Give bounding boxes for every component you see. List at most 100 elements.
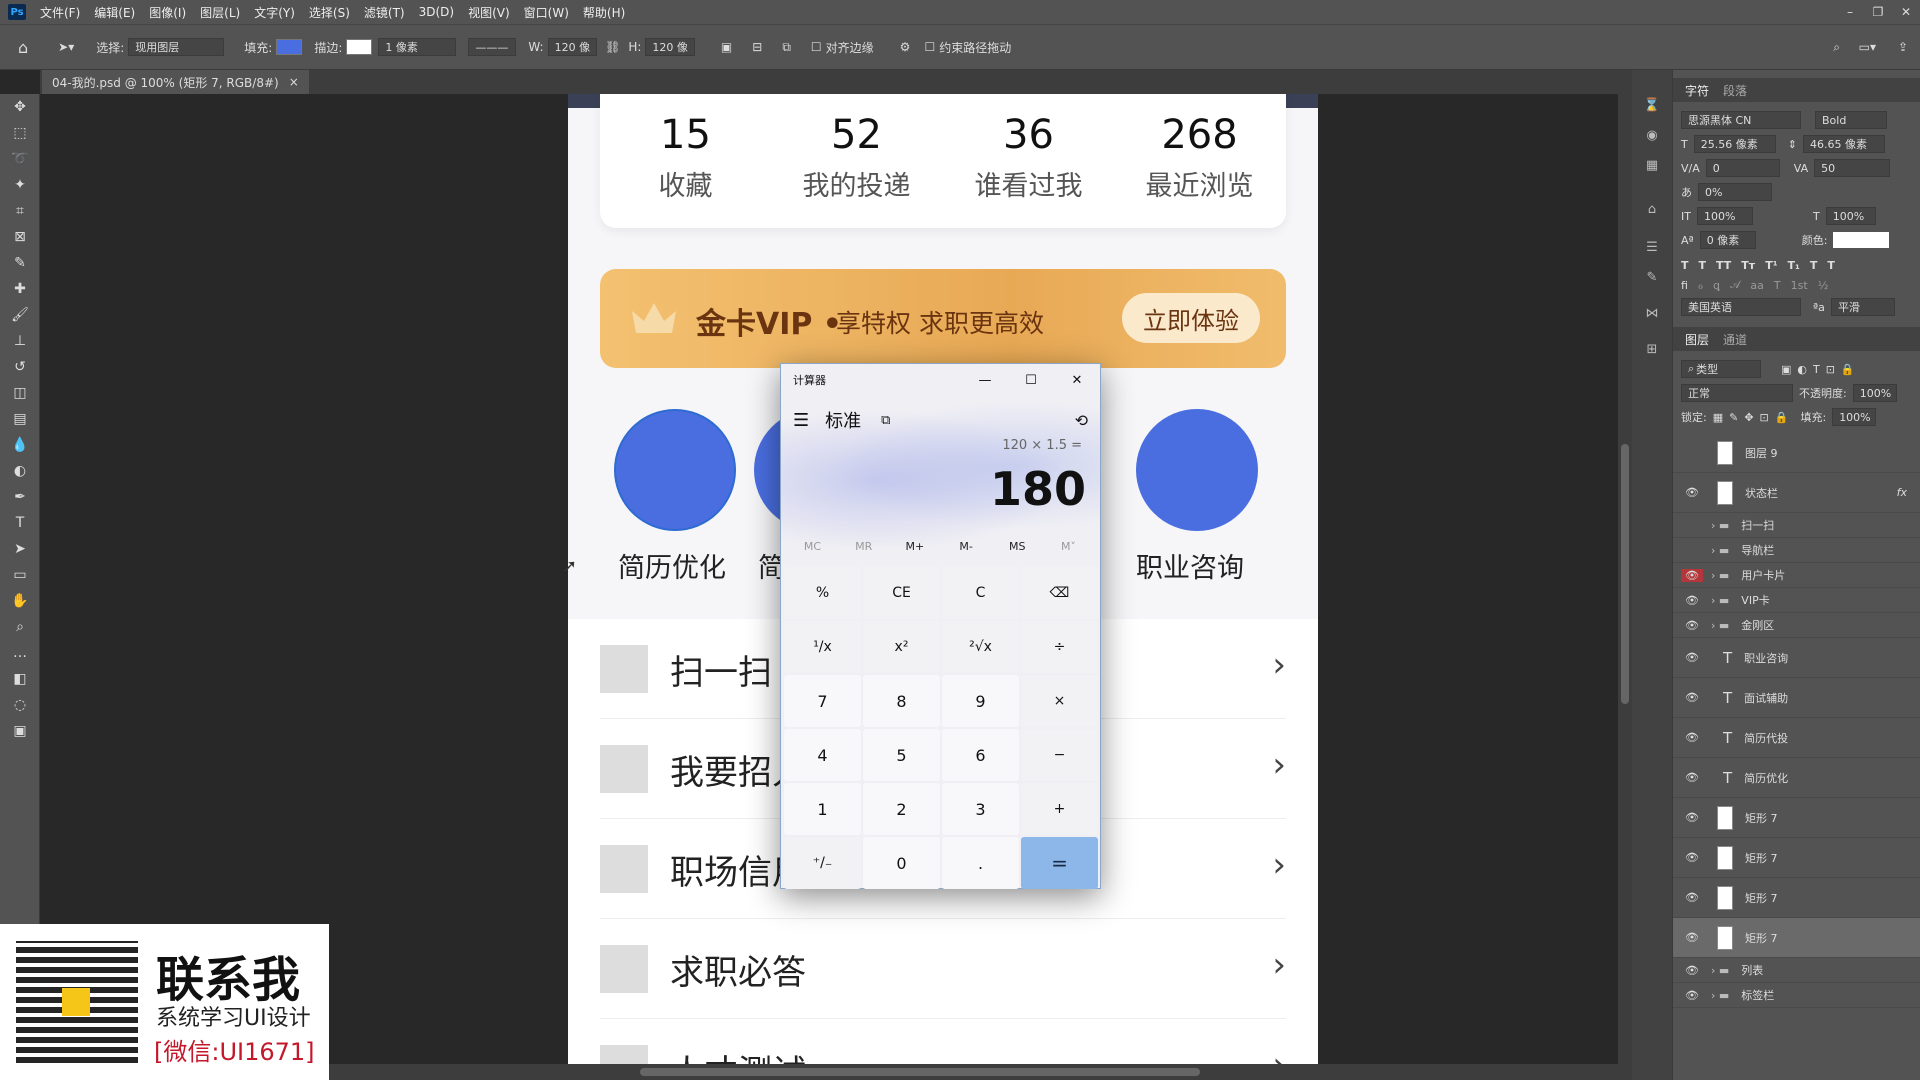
alternates-icon[interactable]: 𝒜 <box>1730 278 1740 292</box>
layer-group-row[interactable]: 👁 › ▬ 金刚区 <box>1673 613 1920 638</box>
adjust-panel-icon[interactable]: ☰ <box>1632 232 1672 262</box>
fraction-icon[interactable]: ½ <box>1818 279 1829 292</box>
camera-panel-icon[interactable]: ⌂ <box>1632 194 1672 224</box>
pen-tool-icon[interactable]: ✒ <box>0 484 40 510</box>
marquee-tool-icon[interactable]: ⬚ <box>0 120 40 146</box>
rectangle-tool-icon[interactable]: ▭ <box>0 562 40 588</box>
visibility-eye-icon[interactable]: 👁 <box>1681 691 1703 704</box>
layer-row[interactable]: 👁 矩形 7 <box>1673 838 1920 878</box>
layer-name[interactable]: 标签栏 <box>1741 987 1774 1003</box>
memory-clear-button[interactable]: MC <box>787 540 838 564</box>
layer-filter-dropdown[interactable]: ⌕ 类型 <box>1681 360 1761 378</box>
decimal-button[interactable]: . <box>942 837 1019 889</box>
blur-tool-icon[interactable]: 💧 <box>0 432 40 458</box>
path-ops-icon[interactable]: ▣ <box>721 40 732 54</box>
leading-field[interactable]: 46.65 像素 <box>1802 135 1885 153</box>
list-item[interactable]: 人才测试 › <box>600 1019 1286 1064</box>
minimize-icon[interactable]: — <box>962 364 1008 396</box>
stroke-swatch[interactable] <box>346 39 373 55</box>
layer-name[interactable]: 矩形 7 <box>1745 810 1778 826</box>
tab-layers[interactable]: 图层 <box>1685 331 1709 348</box>
layer-row[interactable]: 图层 9 <box>1673 433 1920 473</box>
tab-paragraph[interactable]: 段落 <box>1723 82 1747 99</box>
calculator-titlebar[interactable]: 计算器 — ☐ ✕ <box>781 364 1100 396</box>
more-tools-icon[interactable]: … <box>0 640 40 666</box>
layer-name[interactable]: 导航栏 <box>1741 542 1774 558</box>
vertical-scale-field[interactable]: 100% <box>1696 207 1753 225</box>
layer-name[interactable]: 扫一扫 <box>1741 517 1774 533</box>
font-family-dropdown[interactable]: 思源黑体 CN <box>1681 111 1801 129</box>
reciprocal-button[interactable]: ¹/x <box>784 621 861 673</box>
oldstyle-icon[interactable]: ℴ <box>1698 279 1703 292</box>
negate-button[interactable]: ⁺/₋ <box>784 837 861 889</box>
dodge-tool-icon[interactable]: ◐ <box>0 458 40 484</box>
visibility-eye-icon[interactable]: 👁 <box>1681 851 1703 864</box>
keep-on-top-icon[interactable]: ⧉ <box>881 413 890 428</box>
square-button[interactable]: x² <box>863 621 940 673</box>
visibility-eye-icon[interactable]: 👁 <box>1681 568 1703 582</box>
history-panel-icon[interactable]: ⌛ <box>1632 90 1672 120</box>
subtract-button[interactable]: − <box>1021 729 1098 781</box>
strikethrough-icon[interactable]: T <box>1827 259 1835 272</box>
stat-recent[interactable]: 268 最近浏览 <box>1114 112 1285 203</box>
menu-window[interactable]: 窗口(W) <box>524 4 569 21</box>
horizontal-scale-field[interactable]: 100% <box>1825 207 1876 225</box>
layer-name[interactable]: 职业咨询 <box>1744 650 1788 666</box>
backspace-button[interactable]: ⌫ <box>1021 567 1098 619</box>
layer-row[interactable]: 👁 T 简历优化 <box>1673 758 1920 798</box>
equals-button[interactable]: = <box>1021 837 1098 889</box>
percent-button[interactable]: % <box>784 567 861 619</box>
close-icon[interactable]: ✕ <box>1892 5 1920 19</box>
digit-8-button[interactable]: 8 <box>863 675 940 727</box>
tab-channels[interactable]: 通道 <box>1723 331 1747 348</box>
superscript-icon[interactable]: T¹ <box>1765 259 1777 272</box>
layer-name[interactable]: 简历优化 <box>1744 770 1788 786</box>
font-size-field[interactable]: 25.56 像素 <box>1693 135 1776 153</box>
antialias-dropdown[interactable]: 平滑 <box>1830 298 1895 316</box>
square-root-button[interactable]: ²√x <box>942 621 1019 673</box>
scrollbar-thumb[interactable] <box>640 1068 1200 1076</box>
layer-row[interactable]: 👁 矩形 7 <box>1673 878 1920 918</box>
digit-6-button[interactable]: 6 <box>942 729 1019 781</box>
blend-mode-dropdown[interactable]: 正常 <box>1681 384 1793 402</box>
search-icon[interactable]: ⌕ <box>1833 40 1840 55</box>
menu-help[interactable]: 帮助(H) <box>583 4 625 21</box>
menu-image[interactable]: 图像(I) <box>149 4 186 21</box>
path-selection-icon[interactable]: ➤ <box>0 536 40 562</box>
menu-file[interactable]: 文件(F) <box>40 4 80 21</box>
maximize-icon[interactable]: ☐ <box>1008 364 1054 396</box>
tab-character[interactable]: 字符 <box>1685 82 1709 99</box>
visibility-eye-icon[interactable]: 👁 <box>1681 964 1703 977</box>
layer-group-row[interactable]: › ▬ 导航栏 <box>1673 538 1920 563</box>
bowtie-panel-icon[interactable]: ⋈ <box>1632 298 1672 328</box>
opacity-field[interactable]: 100% <box>1852 384 1897 402</box>
layer-name[interactable]: 状态栏 <box>1745 485 1778 501</box>
magic-wand-icon[interactable]: ✦ <box>0 172 40 198</box>
kerning-field[interactable]: 0 <box>1705 159 1780 177</box>
swash-icon[interactable]: ꝗ <box>1713 279 1720 292</box>
layer-row[interactable]: 👁 T 面试辅助 <box>1673 678 1920 718</box>
brush-panel-icon[interactable]: ✎ <box>1632 262 1672 292</box>
digit-7-button[interactable]: 7 <box>784 675 861 727</box>
small-caps-icon[interactable]: Tт <box>1741 259 1755 272</box>
canvas-vertical-scrollbar[interactable] <box>1618 94 1632 1064</box>
stat-applications[interactable]: 52 我的投递 <box>771 112 942 203</box>
multiply-button[interactable]: × <box>1021 675 1098 727</box>
filter-buttons-icon[interactable]: ▣◐T⊡🔒 <box>1781 363 1861 376</box>
eyedropper-icon[interactable]: ✎ <box>0 250 40 276</box>
layer-row[interactable]: 👁 矩形 7 <box>1673 798 1920 838</box>
height-field[interactable]: 120 像 <box>645 38 695 56</box>
layer-name[interactable]: VIP卡 <box>1741 592 1769 608</box>
shortcut-circle-resume[interactable] <box>614 409 736 531</box>
list-item[interactable]: 求职必答 › <box>600 919 1286 1019</box>
digit-4-button[interactable]: 4 <box>784 729 861 781</box>
visibility-eye-icon[interactable]: 👁 <box>1681 989 1703 1002</box>
text-color-swatch[interactable] <box>1833 232 1890 248</box>
layer-name[interactable]: 金刚区 <box>1741 617 1774 633</box>
layer-row[interactable]: 👁 状态栏 fx <box>1673 473 1920 513</box>
visibility-eye-icon[interactable]: 👁 <box>1681 594 1703 607</box>
layer-group-row[interactable]: › ▬ 扫一扫 <box>1673 513 1920 538</box>
memory-store-button[interactable]: MS <box>992 540 1043 564</box>
restore-icon[interactable]: ❐ <box>1864 5 1892 19</box>
visibility-eye-icon[interactable]: 👁 <box>1681 771 1703 784</box>
